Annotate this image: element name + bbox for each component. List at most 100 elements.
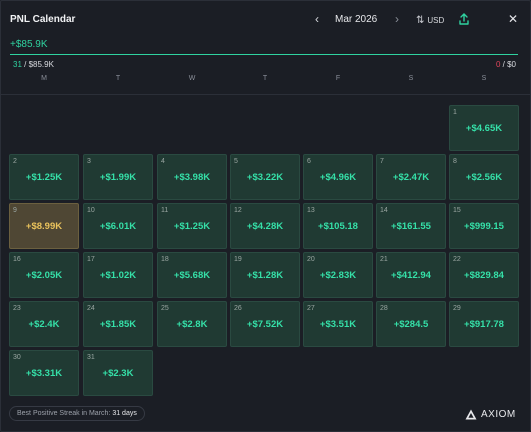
day-pnl-value: +$2.3K: [102, 368, 134, 379]
day-number: 14: [380, 207, 388, 214]
day-cell[interactable]: 26 +$7.52K: [230, 301, 300, 347]
day-cell[interactable]: 12 +$4.28K: [230, 203, 300, 249]
day-cell[interactable]: 3 +$1.99K: [83, 154, 153, 200]
day-cell[interactable]: 28 +$284.5: [376, 301, 446, 347]
day-number: 11: [161, 207, 169, 214]
day-cell[interactable]: 20 +$2.83K: [303, 252, 373, 298]
day-pnl-value: +$3.51K: [319, 319, 357, 330]
day-number: 21: [380, 256, 388, 263]
brand-logo: AXIOM: [465, 407, 516, 421]
weekday-label: S: [481, 75, 487, 82]
day-pnl-value: +$2.83K: [319, 270, 357, 281]
day-number: 7: [380, 158, 384, 165]
day-cell[interactable]: 9 +$8.99K: [9, 203, 79, 249]
day-number: 3: [87, 158, 91, 165]
day-number: 18: [161, 256, 169, 263]
day-number: 2: [13, 158, 17, 165]
day-pnl-value: +$105.18: [318, 221, 358, 232]
prev-month-button[interactable]: ‹: [311, 12, 323, 26]
day-pnl-value: +$5.68K: [173, 270, 211, 281]
day-pnl-value: +$2.05K: [25, 270, 63, 281]
day-pnl-value: +$1.28K: [246, 270, 284, 281]
close-button[interactable]: ✕: [507, 12, 519, 26]
day-pnl-value: +$161.55: [391, 221, 431, 232]
day-cell[interactable]: 24 +$1.85K: [83, 301, 153, 347]
day-cell[interactable]: 30 +$3.31K: [9, 350, 79, 396]
day-cell[interactable]: 16 +$2.05K: [9, 252, 79, 298]
day-cell[interactable]: 11 +$1.25K: [157, 203, 227, 249]
day-cell[interactable]: 4 +$3.98K: [157, 154, 227, 200]
day-pnl-value: +$4.96K: [319, 172, 357, 183]
panel-title: PNL Calendar: [10, 14, 76, 25]
day-cell[interactable]: 19 +$1.28K: [230, 252, 300, 298]
day-number: 1: [453, 109, 457, 116]
brand-name: AXIOM: [481, 408, 516, 420]
day-cell[interactable]: 2 +$1.25K: [9, 154, 79, 200]
weekday-label: T: [262, 75, 268, 82]
day-cell[interactable]: 7 +$2.47K: [376, 154, 446, 200]
pnl-progress-bar: [10, 54, 518, 55]
day-cell[interactable]: 6 +$4.96K: [303, 154, 373, 200]
day-number: 28: [380, 305, 388, 312]
day-number: 6: [307, 158, 311, 165]
negative-days-count: 0: [495, 60, 501, 69]
streak-badge: Best Positive Streak in March: 31 days: [9, 406, 145, 421]
day-cell[interactable]: 14 +$161.55: [376, 203, 446, 249]
total-pnl: +$85.9K: [10, 39, 48, 50]
day-cell[interactable]: 23 +$2.4K: [9, 301, 79, 347]
day-pnl-value: +$3.31K: [25, 368, 63, 379]
day-cell[interactable]: 21 +$412.94: [376, 252, 446, 298]
day-pnl-value: +$2.4K: [28, 319, 60, 330]
header-bar: PNL Calendar ‹ Mar 2026 › ⇅ USD ✕: [1, 1, 531, 37]
day-pnl-value: +$999.15: [464, 221, 504, 232]
day-cell[interactable]: 1 +$4.65K: [449, 105, 519, 151]
day-number: 31: [87, 354, 95, 361]
day-cell[interactable]: 27 +$3.51K: [303, 301, 373, 347]
positive-days-total: / $85.9K: [24, 60, 54, 69]
day-number: 24: [87, 305, 95, 312]
share-upload-icon[interactable]: [457, 12, 471, 26]
day-pnl-value: +$3.22K: [246, 172, 284, 183]
day-cell[interactable]: 5 +$3.22K: [230, 154, 300, 200]
day-pnl-value: +$3.98K: [173, 172, 211, 183]
positive-days-count: 31: [13, 60, 22, 69]
day-cell[interactable]: 8 +$2.56K: [449, 154, 519, 200]
day-number: 16: [13, 256, 21, 263]
currency-toggle-button[interactable]: ⇅ USD: [416, 13, 444, 27]
negative-days-stat: 0 / $0: [496, 60, 516, 69]
negative-days-total: / $0: [502, 60, 516, 69]
swap-vertical-icon: ⇅: [416, 14, 425, 26]
day-pnl-value: +$1.02K: [99, 270, 137, 281]
day-number: 12: [234, 207, 242, 214]
weekday-label: T: [115, 75, 121, 82]
day-pnl-value: +$1.85K: [99, 319, 137, 330]
header-divider: [1, 94, 531, 95]
next-month-button[interactable]: ›: [391, 12, 403, 26]
streak-value: 31 days: [112, 410, 137, 417]
day-pnl-value: +$4.28K: [246, 221, 284, 232]
day-pnl-value: +$917.78: [464, 319, 504, 330]
day-cell[interactable]: 29 +$917.78: [449, 301, 519, 347]
weekday-label: W: [188, 75, 196, 82]
day-pnl-value: +$1.99K: [99, 172, 137, 183]
day-cell[interactable]: 15 +$999.15: [449, 203, 519, 249]
day-cell[interactable]: 10 +$6.01K: [83, 203, 153, 249]
day-cell[interactable]: 25 +$2.8K: [157, 301, 227, 347]
day-pnl-value: +$284.5: [393, 319, 429, 330]
day-number: 8: [453, 158, 457, 165]
day-cell[interactable]: 22 +$829.84: [449, 252, 519, 298]
day-cell[interactable]: 17 +$1.02K: [83, 252, 153, 298]
weekday-label: M: [41, 75, 47, 82]
day-pnl-value: +$8.99K: [25, 221, 63, 232]
day-cell[interactable]: 18 +$5.68K: [157, 252, 227, 298]
pnl-calendar-panel: PNL Calendar ‹ Mar 2026 › ⇅ USD ✕ +$85.9…: [0, 0, 531, 432]
day-number: 19: [234, 256, 242, 263]
day-number: 20: [307, 256, 315, 263]
day-pnl-value: +$829.84: [464, 270, 504, 281]
day-cell[interactable]: 13 +$105.18: [303, 203, 373, 249]
day-pnl-value: +$2.8K: [176, 319, 208, 330]
currency-label: USD: [427, 15, 445, 25]
day-pnl-value: +$7.52K: [246, 319, 284, 330]
day-cell[interactable]: 31 +$2.3K: [83, 350, 153, 396]
day-number: 23: [13, 305, 21, 312]
